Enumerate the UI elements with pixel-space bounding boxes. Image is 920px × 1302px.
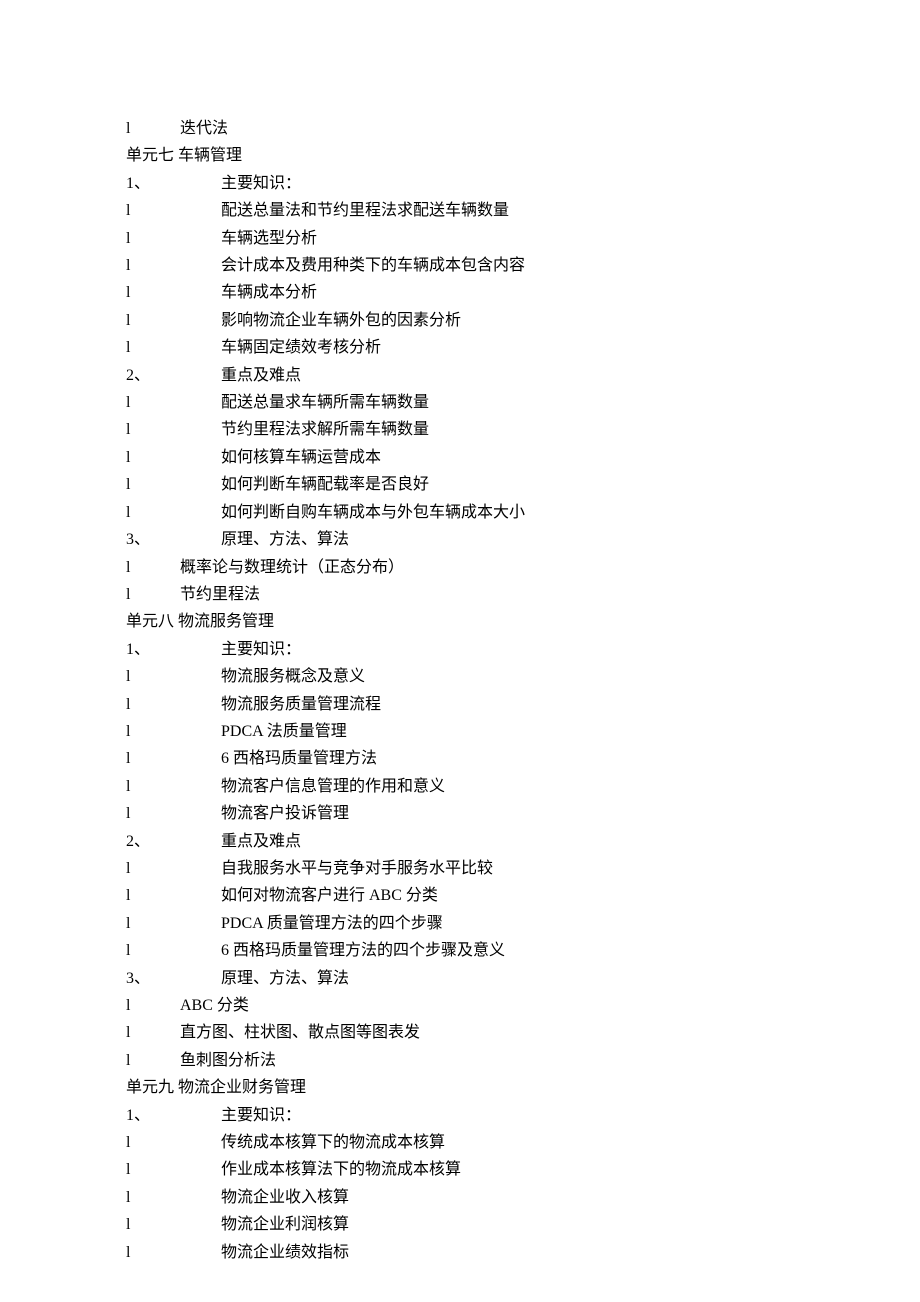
text-line: 配送总量法和节约里程法求配送车辆数量 xyxy=(126,197,800,224)
text-line: 3、原理、方法、算法 xyxy=(126,526,800,553)
text-line: 物流企业绩效指标 xyxy=(126,1239,800,1266)
text-line: 节约里程法求解所需车辆数量 xyxy=(126,416,800,443)
line-number: 3、 xyxy=(126,965,221,992)
line-text: 6 西格玛质量管理方法的四个步骤及意义 xyxy=(221,942,505,959)
text-line: 单元九 物流企业财务管理 xyxy=(126,1074,800,1101)
text-line: 物流客户信息管理的作用和意义 xyxy=(126,773,800,800)
line-number: 1、 xyxy=(126,1102,221,1129)
line-text: 如何核算车辆运营成本 xyxy=(221,449,381,466)
text-line: 作业成本核算法下的物流成本核算 xyxy=(126,1156,800,1183)
line-text: 节约里程法求解所需车辆数量 xyxy=(221,421,429,438)
text-line: 影响物流企业车辆外包的因素分析 xyxy=(126,307,800,334)
text-line: 6 西格玛质量管理方法的四个步骤及意义 xyxy=(126,937,800,964)
line-text: 迭代法 xyxy=(180,120,228,137)
line-text: 配送总量法和节约里程法求配送车辆数量 xyxy=(221,202,509,219)
line-text: 直方图、柱状图、散点图等图表发 xyxy=(180,1024,420,1041)
text-line: 概率论与数理统计（正态分布） xyxy=(126,554,800,581)
line-text: 主要知识： xyxy=(221,1107,301,1124)
line-text: ABC 分类 xyxy=(180,997,249,1014)
line-text: 物流企业收入核算 xyxy=(221,1189,349,1206)
line-text: PDCA 质量管理方法的四个步骤 xyxy=(221,915,443,932)
line-text: 重点及难点 xyxy=(221,367,301,384)
line-text: 原理、方法、算法 xyxy=(221,531,349,548)
line-number: 3、 xyxy=(126,526,221,553)
line-text: 主要知识： xyxy=(221,175,301,192)
text-line: PDCA 法质量管理 xyxy=(126,718,800,745)
line-text: PDCA 法质量管理 xyxy=(221,723,347,740)
line-text: 物流企业绩效指标 xyxy=(221,1244,349,1261)
line-text: 会计成本及费用种类下的车辆成本包含内容 xyxy=(221,257,525,274)
text-line: 迭代法 xyxy=(126,115,800,142)
text-line: 如何判断车辆配载率是否良好 xyxy=(126,471,800,498)
line-text: 作业成本核算法下的物流成本核算 xyxy=(221,1161,461,1178)
line-text: 主要知识： xyxy=(221,641,301,658)
text-line: 传统成本核算下的物流成本核算 xyxy=(126,1129,800,1156)
text-line: 1、主要知识： xyxy=(126,1102,800,1129)
line-text: 物流客户信息管理的作用和意义 xyxy=(221,778,445,795)
document-content: 迭代法单元七 车辆管理1、主要知识：配送总量法和节约里程法求配送车辆数量车辆选型… xyxy=(126,115,800,1266)
line-text: 概率论与数理统计（正态分布） xyxy=(180,559,404,576)
text-line: 1、主要知识： xyxy=(126,170,800,197)
text-line: 车辆选型分析 xyxy=(126,225,800,252)
line-text: 如何判断车辆配载率是否良好 xyxy=(221,476,429,493)
line-text: 物流服务质量管理流程 xyxy=(221,696,381,713)
line-text: 车辆成本分析 xyxy=(221,284,317,301)
text-line: 配送总量求车辆所需车辆数量 xyxy=(126,389,800,416)
line-text: 影响物流企业车辆外包的因素分析 xyxy=(221,312,461,329)
line-text: 车辆固定绩效考核分析 xyxy=(221,339,381,356)
text-line: 车辆成本分析 xyxy=(126,279,800,306)
text-line: 3、原理、方法、算法 xyxy=(126,965,800,992)
line-text: 重点及难点 xyxy=(221,833,301,850)
line-text: 如何对物流客户进行 ABC 分类 xyxy=(221,887,438,904)
text-line: 6 西格玛质量管理方法 xyxy=(126,745,800,772)
text-line: PDCA 质量管理方法的四个步骤 xyxy=(126,910,800,937)
text-line: 如何判断自购车辆成本与外包车辆成本大小 xyxy=(126,499,800,526)
text-line: 如何对物流客户进行 ABC 分类 xyxy=(126,882,800,909)
line-number: 1、 xyxy=(126,636,221,663)
text-line: 单元八 物流服务管理 xyxy=(126,608,800,635)
line-text: 物流服务概念及意义 xyxy=(221,668,365,685)
section-title: 单元七 车辆管理 xyxy=(126,147,242,164)
line-text: 物流企业利润核算 xyxy=(221,1216,349,1233)
text-line: 1、主要知识： xyxy=(126,636,800,663)
text-line: 物流服务质量管理流程 xyxy=(126,691,800,718)
text-line: 2、重点及难点 xyxy=(126,362,800,389)
text-line: 会计成本及费用种类下的车辆成本包含内容 xyxy=(126,252,800,279)
section-title: 单元八 物流服务管理 xyxy=(126,613,274,630)
text-line: 物流客户投诉管理 xyxy=(126,800,800,827)
text-line: 单元七 车辆管理 xyxy=(126,142,800,169)
text-line: 车辆固定绩效考核分析 xyxy=(126,334,800,361)
line-text: 如何判断自购车辆成本与外包车辆成本大小 xyxy=(221,504,525,521)
section-title: 单元九 物流企业财务管理 xyxy=(126,1079,306,1096)
text-line: 如何核算车辆运营成本 xyxy=(126,444,800,471)
line-text: 配送总量求车辆所需车辆数量 xyxy=(221,394,429,411)
line-number: 2、 xyxy=(126,828,221,855)
text-line: 2、重点及难点 xyxy=(126,828,800,855)
line-number: 1、 xyxy=(126,170,221,197)
line-text: 传统成本核算下的物流成本核算 xyxy=(221,1134,445,1151)
text-line: 直方图、柱状图、散点图等图表发 xyxy=(126,1019,800,1046)
line-text: 6 西格玛质量管理方法 xyxy=(221,750,377,767)
text-line: ABC 分类 xyxy=(126,992,800,1019)
line-text: 原理、方法、算法 xyxy=(221,970,349,987)
line-text: 物流客户投诉管理 xyxy=(221,805,349,822)
line-text: 鱼刺图分析法 xyxy=(180,1052,276,1069)
text-line: 物流企业利润核算 xyxy=(126,1211,800,1238)
line-text: 车辆选型分析 xyxy=(221,230,317,247)
text-line: 节约里程法 xyxy=(126,581,800,608)
text-line: 自我服务水平与竞争对手服务水平比较 xyxy=(126,855,800,882)
text-line: 物流企业收入核算 xyxy=(126,1184,800,1211)
line-number: 2、 xyxy=(126,362,221,389)
line-text: 自我服务水平与竞争对手服务水平比较 xyxy=(221,860,493,877)
text-line: 鱼刺图分析法 xyxy=(126,1047,800,1074)
text-line: 物流服务概念及意义 xyxy=(126,663,800,690)
line-text: 节约里程法 xyxy=(180,586,260,603)
